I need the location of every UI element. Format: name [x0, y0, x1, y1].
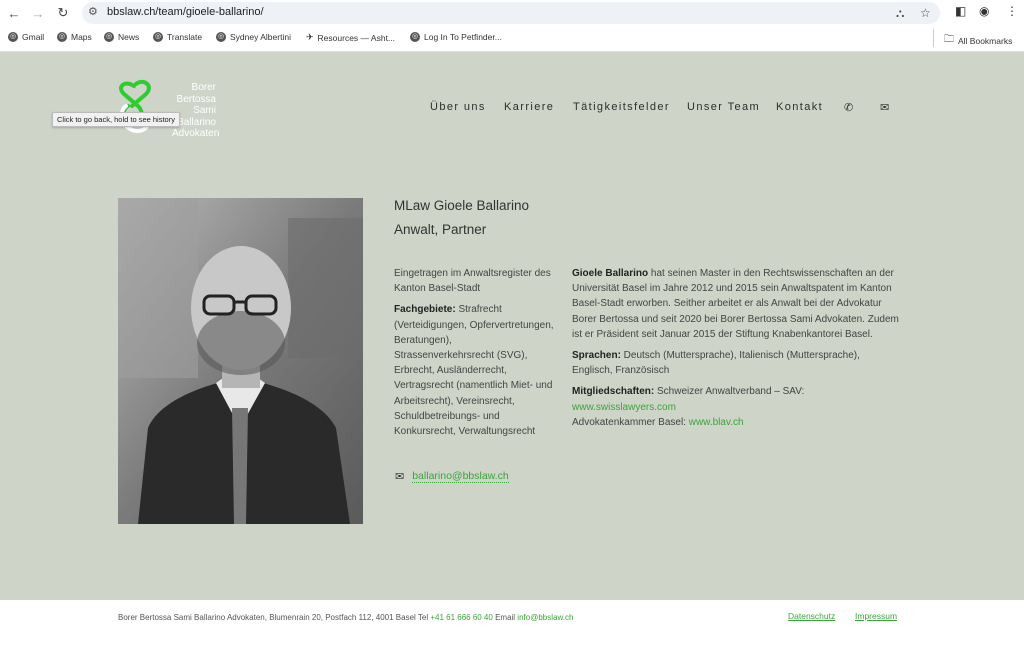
side-panel-icon[interactable]: ◧ — [955, 4, 966, 18]
bookmark-divider — [933, 29, 934, 47]
phone-icon[interactable]: ✆ — [844, 101, 853, 114]
blav-link[interactable]: www.blav.ch — [689, 417, 744, 428]
address-row: ← → ↻ ⚙ bbslaw.ch/team/gioele-ballarino/… — [0, 0, 1024, 26]
memberships-paragraph: Mitgliedschaften: Schweizer Anwaltverban… — [572, 386, 805, 428]
translate-icon[interactable]: ⛬ — [896, 6, 904, 21]
site-logo[interactable]: Borer Bertossa Sami Ballarino Advokaten — [116, 78, 226, 139]
all-bookmarks[interactable]: 🗀 All Bookmarks — [944, 32, 1012, 49]
globe-icon: ◎ — [153, 32, 163, 42]
site-info-icon[interactable]: ⚙ — [88, 5, 98, 18]
profile-avatar[interactable]: ◉ — [979, 4, 989, 18]
profile-right-column: Gioele Ballarino hat seinen Master in de… — [572, 266, 900, 436]
back-icon[interactable]: ← — [4, 3, 24, 23]
globe-icon: ◎ — [57, 32, 67, 42]
globe-icon: ◎ — [216, 32, 226, 42]
swisslawyers-link[interactable]: www.swisslawyers.com — [572, 402, 676, 413]
fields-paragraph: Fachgebiete: Strafrecht (Verteidigungen,… — [394, 304, 554, 438]
mail-icon[interactable]: ✉ — [880, 101, 889, 114]
footer-address: Borer Bertossa Sami Ballarino Advokaten,… — [118, 613, 574, 622]
bio-paragraph: Gioele Ballarino hat seinen Master in de… — [572, 268, 899, 340]
portrait-photo — [118, 198, 363, 524]
profile-role: Anwalt, Partner — [394, 222, 487, 237]
bookmark-news[interactable]: ◎ News — [104, 32, 139, 42]
site-footer: Borer Bertossa Sami Ballarino Advokaten,… — [0, 600, 1024, 659]
logo-mark-icon — [119, 79, 151, 133]
url-text[interactable]: bbslaw.ch/team/gioele-ballarino/ — [107, 6, 264, 18]
globe-icon: ◎ — [410, 32, 420, 42]
bookmarks-bar: ◎ Gmail ◎ Maps ◎ News ◎ Translate ◎ Sydney Al… — [0, 29, 1024, 49]
folder-icon: 🗀 — [944, 34, 954, 45]
profile-email: ✉ ballarino@bbslaw.ch — [395, 470, 509, 483]
bookmark-resources[interactable]: ✈ Resources — Asht... — [306, 32, 395, 43]
portrait-image — [118, 198, 363, 524]
bookmark-petfinder[interactable]: ◎ Log In To Petfinder... — [410, 32, 502, 42]
browser-chrome: ← → ↻ ⚙ bbslaw.ch/team/gioele-ballarino/… — [0, 0, 1024, 52]
nav-taetigkeitsfelder[interactable]: Tätigkeitsfelder — [573, 101, 670, 113]
address-bar[interactable]: ⚙ bbslaw.ch/team/gioele-ballarino/ ⛬ ☆ — [82, 2, 940, 24]
footer-phone-link[interactable]: +41 61 666 60 40 — [430, 613, 493, 622]
menu-icon[interactable]: ⋮ — [1006, 4, 1018, 18]
reload-icon[interactable]: ↻ — [53, 3, 73, 23]
forward-icon[interactable]: → — [28, 3, 48, 23]
footer-datenschutz-link[interactable]: Datenschutz — [788, 611, 835, 621]
email-link[interactable]: ballarino@bbslaw.ch — [412, 470, 509, 483]
back-button-tooltip: Click to go back, hold to see history — [52, 112, 180, 127]
footer-impressum-link[interactable]: Impressum — [855, 611, 897, 621]
nav-unser-team[interactable]: Unser Team — [687, 101, 760, 113]
profile-name: MLaw Gioele Ballarino — [394, 198, 530, 213]
nav-kontakt[interactable]: Kontakt — [776, 101, 823, 113]
nav-karriere[interactable]: Karriere — [504, 101, 554, 113]
bird-icon: ✈ — [306, 32, 314, 42]
profile-left-column: Eingetragen im Anwaltsregister des Kanto… — [394, 266, 554, 445]
globe-icon: ◎ — [8, 32, 18, 42]
bookmark-maps[interactable]: ◎ Maps — [57, 32, 92, 42]
bookmark-star-icon[interactable]: ☆ — [920, 6, 931, 20]
registry-text: Eingetragen im Anwaltsregister des Kanto… — [394, 268, 551, 295]
logo-wordmark: Borer Bertossa Sami Ballarino Advokaten — [172, 82, 220, 139]
bookmark-translate[interactable]: ◎ Translate — [153, 32, 202, 42]
footer-email-link[interactable]: info@bbslaw.ch — [517, 613, 573, 622]
languages-paragraph: Sprachen: Deutsch (Muttersprache), Itali… — [572, 350, 860, 377]
nav-ueber-uns[interactable]: Über uns — [430, 101, 486, 113]
site-main: Borer Bertossa Sami Ballarino Advokaten … — [0, 52, 1024, 600]
bookmark-gmail[interactable]: ◎ Gmail — [8, 32, 44, 42]
envelope-icon: ✉ — [395, 471, 405, 483]
bookmark-sydney[interactable]: ◎ Sydney Albertini — [216, 32, 291, 42]
globe-icon: ◎ — [104, 32, 114, 42]
